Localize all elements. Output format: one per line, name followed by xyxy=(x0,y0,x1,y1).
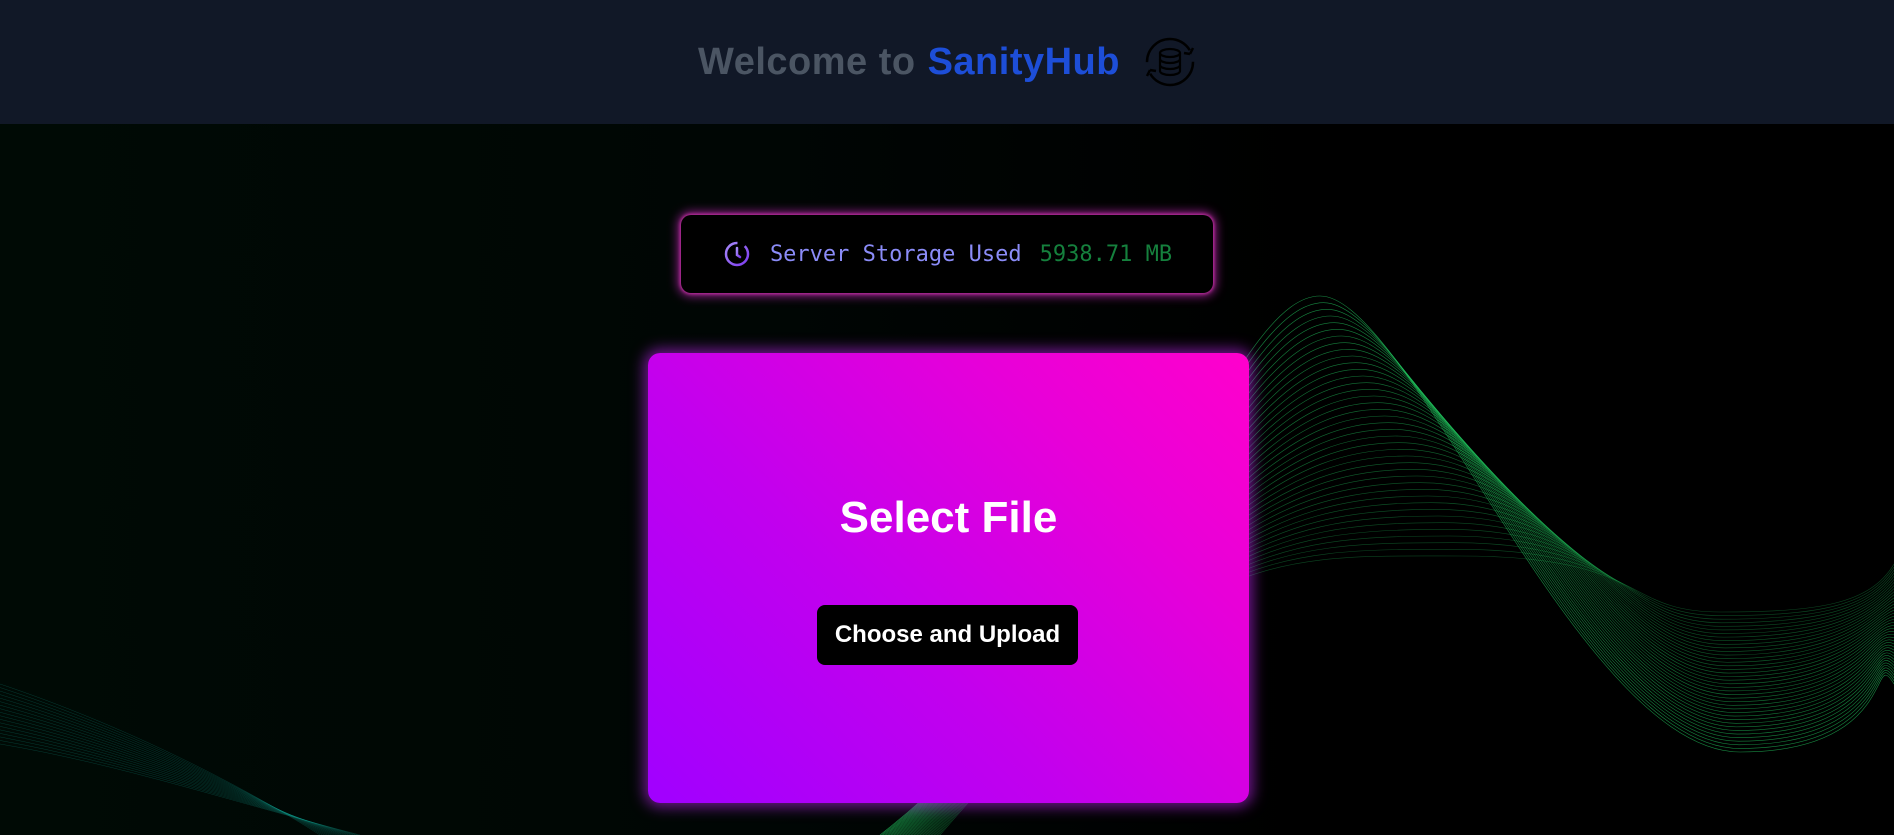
database-sync-icon[interactable] xyxy=(1144,36,1196,88)
wave-line xyxy=(0,708,337,835)
brand-name: SanityHub xyxy=(927,40,1120,83)
wave-line xyxy=(0,701,332,835)
clock-icon xyxy=(722,239,752,269)
wave-line xyxy=(0,687,323,835)
file-upload-card: Select File Choose and Upload xyxy=(648,353,1249,803)
wave-line xyxy=(0,694,328,835)
wave-line xyxy=(0,704,335,835)
page: Welcome to SanityHub Server Storage Used… xyxy=(0,0,1894,835)
page-title: Welcome to SanityHub xyxy=(698,36,1196,88)
wave-line xyxy=(0,690,325,835)
wave-line xyxy=(0,715,342,835)
header-bar: Welcome to SanityHub xyxy=(0,0,1894,124)
storage-usage-card: Server Storage Used 5938.71 MB xyxy=(681,215,1213,293)
choose-and-upload-button[interactable]: Choose and Upload xyxy=(817,605,1078,665)
upload-title: Select File xyxy=(839,493,1058,542)
storage-value: 5938.71 MB xyxy=(1039,241,1173,267)
storage-label: Server Storage Used xyxy=(769,241,1022,267)
welcome-text: Welcome to xyxy=(698,40,916,83)
